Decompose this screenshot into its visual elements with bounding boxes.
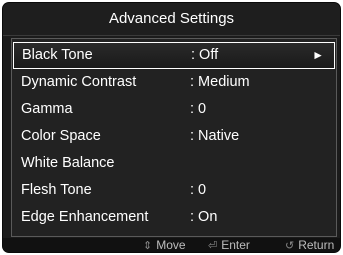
menu-item-label: White Balance: [21, 155, 115, 171]
menu-item-value: : On: [190, 209, 218, 225]
footer-move-label: Move: [156, 238, 186, 252]
menu-item-value: : 0: [190, 101, 207, 117]
navigation-help-bar: ⇕ Move ⏎ Enter ↺ Return: [3, 238, 340, 252]
submenu-arrow-icon: ►: [312, 48, 324, 62]
footer-move: ⇕ Move: [143, 238, 186, 252]
footer-return: ↺ Return: [285, 238, 334, 252]
menu-item-edge-enhancement[interactable]: Edge Enhancement : On: [12, 204, 336, 231]
menu-item-black-tone[interactable]: Black Tone : Off ►: [13, 42, 335, 69]
footer-enter: ⏎ Enter: [208, 238, 250, 252]
menu-item-label: Gamma: [21, 101, 73, 117]
up-down-icon: ⇕: [143, 240, 153, 252]
menu-item-label: Black Tone: [22, 47, 93, 63]
enter-icon: ⏎: [208, 240, 218, 252]
menu-title: Advanced Settings: [3, 3, 340, 35]
menu-item-label: Flesh Tone: [21, 182, 92, 198]
menu-item-color-space[interactable]: Color Space : Native: [12, 123, 336, 150]
settings-list: Black Tone : Off ► Dynamic Contrast : Me…: [11, 38, 337, 237]
footer-enter-label: Enter: [221, 238, 250, 252]
footer-return-label: Return: [298, 238, 335, 252]
menu-item-label: Edge Enhancement: [21, 209, 149, 225]
menu-item-value: : Off: [191, 47, 219, 63]
menu-item-dynamic-contrast[interactable]: Dynamic Contrast : Medium: [12, 69, 336, 96]
menu-item-gamma[interactable]: Gamma : 0: [12, 96, 336, 123]
menu-item-value: : Medium: [190, 74, 250, 90]
title-divider: [3, 35, 340, 36]
menu-item-flesh-tone[interactable]: Flesh Tone : 0: [12, 177, 336, 204]
return-icon: ↺: [285, 240, 295, 252]
menu-item-label: Color Space: [21, 128, 101, 144]
menu-item-value: : 0: [190, 182, 207, 198]
advanced-settings-menu: Advanced Settings Black Tone : Off ► Dyn…: [3, 3, 340, 252]
menu-item-white-balance[interactable]: White Balance: [12, 150, 336, 177]
menu-item-value: : Native: [190, 128, 240, 144]
menu-item-label: Dynamic Contrast: [21, 74, 137, 90]
